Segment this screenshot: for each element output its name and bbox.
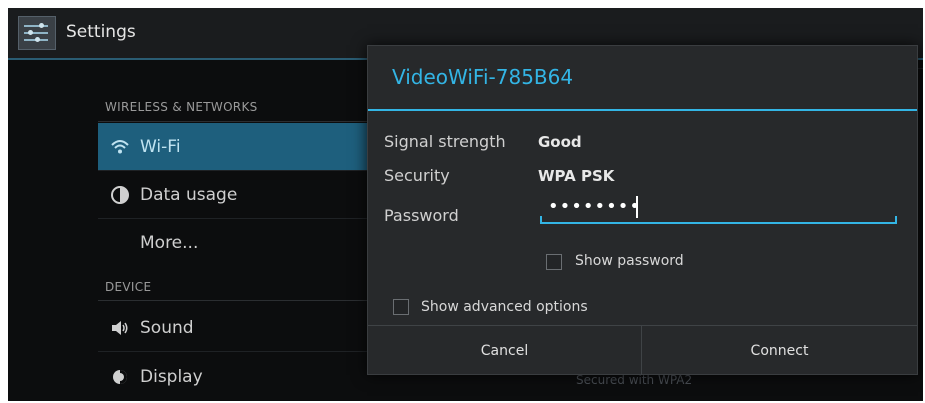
sidebar-item-label: Wi-Fi xyxy=(140,137,181,157)
settings-screen: Settings WIRELESS & NETWORKS Wi-Fi Data … xyxy=(8,8,923,401)
sidebar-item-label: Data usage xyxy=(140,185,238,205)
password-label: Password xyxy=(384,206,459,225)
app-title: Settings xyxy=(66,22,136,42)
data-usage-icon xyxy=(111,186,129,204)
connect-button[interactable]: Connect xyxy=(642,326,917,375)
signal-strength-value: Good xyxy=(538,133,582,151)
password-input[interactable] xyxy=(540,190,900,222)
show-advanced-checkbox[interactable] xyxy=(393,299,409,315)
dialog-title-divider xyxy=(368,109,917,111)
sidebar-item-label: More... xyxy=(140,233,199,253)
section-header-device: DEVICE xyxy=(105,280,152,294)
dialog-button-bar: Cancel Connect xyxy=(368,325,917,375)
security-label: Security xyxy=(384,166,450,185)
brightness-icon xyxy=(113,370,127,384)
show-password-label[interactable]: Show password xyxy=(575,253,684,269)
security-value: WPA PSK xyxy=(538,167,615,185)
show-password-checkbox[interactable] xyxy=(546,254,562,270)
network-status-text: Secured with WPA2 xyxy=(576,373,693,387)
sidebar-item-label: Display xyxy=(140,367,203,387)
cancel-button[interactable]: Cancel xyxy=(368,326,641,375)
section-header-wireless: WIRELESS & NETWORKS xyxy=(105,100,258,114)
wifi-icon xyxy=(111,140,129,154)
show-advanced-label[interactable]: Show advanced options xyxy=(421,299,588,315)
signal-strength-label: Signal strength xyxy=(384,132,506,151)
field-edge-right xyxy=(895,216,897,222)
volume-icon xyxy=(112,321,128,335)
settings-sliders-icon[interactable] xyxy=(18,16,56,50)
sidebar-item-label: Sound xyxy=(140,318,194,338)
password-field[interactable] xyxy=(540,190,900,224)
dialog-title: VideoWiFi-785B64 xyxy=(392,65,574,89)
field-edge-left xyxy=(540,216,542,222)
text-cursor xyxy=(636,196,638,218)
wifi-connect-dialog: VideoWiFi-785B64 Signal strength Good Se… xyxy=(367,45,918,375)
